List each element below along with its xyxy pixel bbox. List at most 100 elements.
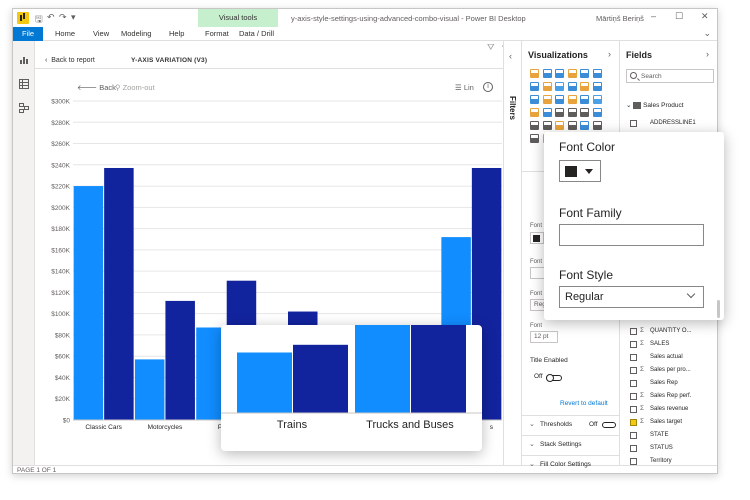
thresholds-toggle[interactable]	[602, 422, 616, 428]
visual-type-icon[interactable]	[567, 69, 577, 78]
field-item[interactable]: Σ Sales per pro...	[620, 366, 717, 377]
field-checkbox[interactable]	[630, 380, 637, 387]
chart-back-button[interactable]: 🡐 Back	[77, 83, 116, 92]
visual-type-icon[interactable]	[530, 69, 539, 78]
field-checkbox[interactable]	[630, 367, 637, 374]
visual-type-icon[interactable]	[567, 82, 577, 91]
redo-icon[interactable]: ↷	[59, 12, 67, 23]
visual-type-icon[interactable]	[530, 82, 539, 91]
field-checkbox[interactable]	[630, 419, 637, 426]
visual-type-icon[interactable]	[593, 69, 602, 78]
tab-file[interactable]: File	[13, 27, 43, 41]
zoom-out-button[interactable]: ⚲ Zoom-out	[115, 83, 155, 92]
font-color-picker[interactable]	[559, 160, 601, 182]
field-item[interactable]: ADDRESSLINE1	[620, 119, 717, 130]
visual-type-icon[interactable]	[580, 95, 590, 104]
field-checkbox[interactable]	[630, 445, 637, 452]
visual-type-icon[interactable]	[555, 82, 565, 91]
font-color-mini-picker[interactable]	[530, 232, 544, 244]
visual-type-icon[interactable]	[567, 108, 577, 117]
visual-type-icon[interactable]	[593, 108, 602, 117]
filters-label[interactable]: Filters	[508, 96, 517, 120]
table-sales-product[interactable]: ⌄ Sales Product	[626, 101, 684, 109]
undo-icon[interactable]: ↶	[47, 12, 55, 23]
field-checkbox[interactable]	[630, 341, 637, 348]
visual-type-icon[interactable]	[542, 69, 552, 78]
visual-type-icon[interactable]	[542, 121, 552, 130]
field-item[interactable]: Sales Rep	[620, 379, 717, 390]
visual-type-icon[interactable]	[530, 95, 539, 104]
maximize-button[interactable]: ☐	[675, 11, 683, 22]
filter-icon[interactable]: ⛛	[487, 42, 495, 53]
visual-type-icon[interactable]	[580, 69, 590, 78]
model-view-icon[interactable]	[19, 103, 29, 113]
tab-format[interactable]: Format	[205, 29, 229, 38]
filters-expand-icon[interactable]: ‹	[509, 51, 512, 61]
visual-type-icon[interactable]	[593, 82, 602, 91]
field-checkbox[interactable]	[630, 458, 637, 465]
fields-search-input[interactable]: Search	[626, 69, 714, 83]
zoom-bar-1[interactable]	[237, 352, 292, 414]
bar-1[interactable]	[134, 359, 165, 420]
visual-type-icon[interactable]	[567, 121, 577, 130]
font-size-input[interactable]: 12 pt	[530, 331, 558, 343]
visualizations-collapse-icon[interactable]: ›	[608, 49, 611, 59]
field-checkbox[interactable]	[630, 406, 637, 413]
user-name[interactable]: Mārtiņš Beriņš	[596, 14, 644, 23]
thresholds-section[interactable]: ⌄ Thresholds Off	[522, 415, 620, 433]
tab-help[interactable]: Help	[169, 29, 184, 38]
visual-type-icon[interactable]	[555, 95, 565, 104]
field-item[interactable]: STATUS	[620, 444, 717, 455]
visual-type-icon[interactable]	[555, 69, 565, 78]
visual-type-icon[interactable]	[580, 108, 590, 117]
visual-type-icon[interactable]	[530, 134, 539, 143]
field-item[interactable]: Σ QUANTITY O...	[620, 327, 717, 338]
visual-type-icon[interactable]	[593, 121, 602, 130]
back-to-report-button[interactable]: ‹ Back to report	[45, 57, 95, 64]
field-item[interactable]: Territory	[620, 457, 717, 468]
tab-modeling[interactable]: Modeling	[121, 29, 151, 38]
report-view-icon[interactable]	[19, 55, 29, 65]
quick-access-dropdown-icon[interactable]: ▾	[71, 12, 76, 23]
scale-toggle-button[interactable]: ☰ Lin	[455, 83, 474, 92]
field-item[interactable]: Sales actual	[620, 353, 717, 364]
bar-2[interactable]	[104, 167, 134, 420]
field-item[interactable]: STATE	[620, 431, 717, 442]
visual-type-icon[interactable]	[542, 95, 552, 104]
stack-settings-section[interactable]: ⌄ Stack Settings	[522, 435, 620, 453]
info-icon[interactable]: i	[483, 82, 493, 92]
bar-1[interactable]	[73, 186, 104, 420]
fill-color-settings-section[interactable]: ⌄ Fill Color Settings	[522, 455, 620, 473]
field-item[interactable]: Σ Sales target	[620, 418, 717, 429]
visual-type-icon[interactable]	[580, 121, 590, 130]
visual-type-icon[interactable]	[580, 82, 590, 91]
visual-type-icon[interactable]	[567, 95, 577, 104]
field-checkbox[interactable]	[630, 120, 637, 127]
tab-data-drill[interactable]: Data / Drill	[239, 29, 274, 38]
visual-type-icon[interactable]	[593, 95, 602, 104]
title-enabled-toggle[interactable]	[546, 374, 562, 382]
field-checkbox[interactable]	[630, 432, 637, 439]
tab-home[interactable]: Home	[55, 29, 75, 38]
zoom-bar-2[interactable]	[411, 325, 466, 413]
minimize-button[interactable]: –	[651, 11, 656, 21]
scrollbar[interactable]	[717, 300, 720, 318]
bar-2[interactable]	[165, 300, 195, 420]
fields-collapse-icon[interactable]: ›	[706, 49, 709, 59]
visual-type-icon[interactable]	[555, 108, 565, 117]
field-item[interactable]: Σ Sales revenue	[620, 405, 717, 416]
visual-type-icon[interactable]	[555, 121, 565, 130]
field-item[interactable]: Σ Sales Rep perf.	[620, 392, 717, 403]
visual-type-icon[interactable]	[530, 121, 539, 130]
ribbon-collapse-icon[interactable]: ⌄	[703, 28, 711, 39]
field-checkbox[interactable]	[630, 393, 637, 400]
field-checkbox[interactable]	[630, 328, 637, 335]
save-icon[interactable]: 🖫	[35, 12, 43, 28]
field-item[interactable]: Σ SALES	[620, 340, 717, 351]
zoom-bar-1[interactable]	[355, 325, 410, 413]
zoom-bar-2[interactable]	[293, 344, 348, 413]
revert-to-default-link[interactable]: Revert to default	[560, 400, 608, 407]
visual-type-icon[interactable]	[542, 82, 552, 91]
close-button[interactable]: ✕	[701, 11, 709, 22]
font-family-input[interactable]	[559, 224, 704, 246]
